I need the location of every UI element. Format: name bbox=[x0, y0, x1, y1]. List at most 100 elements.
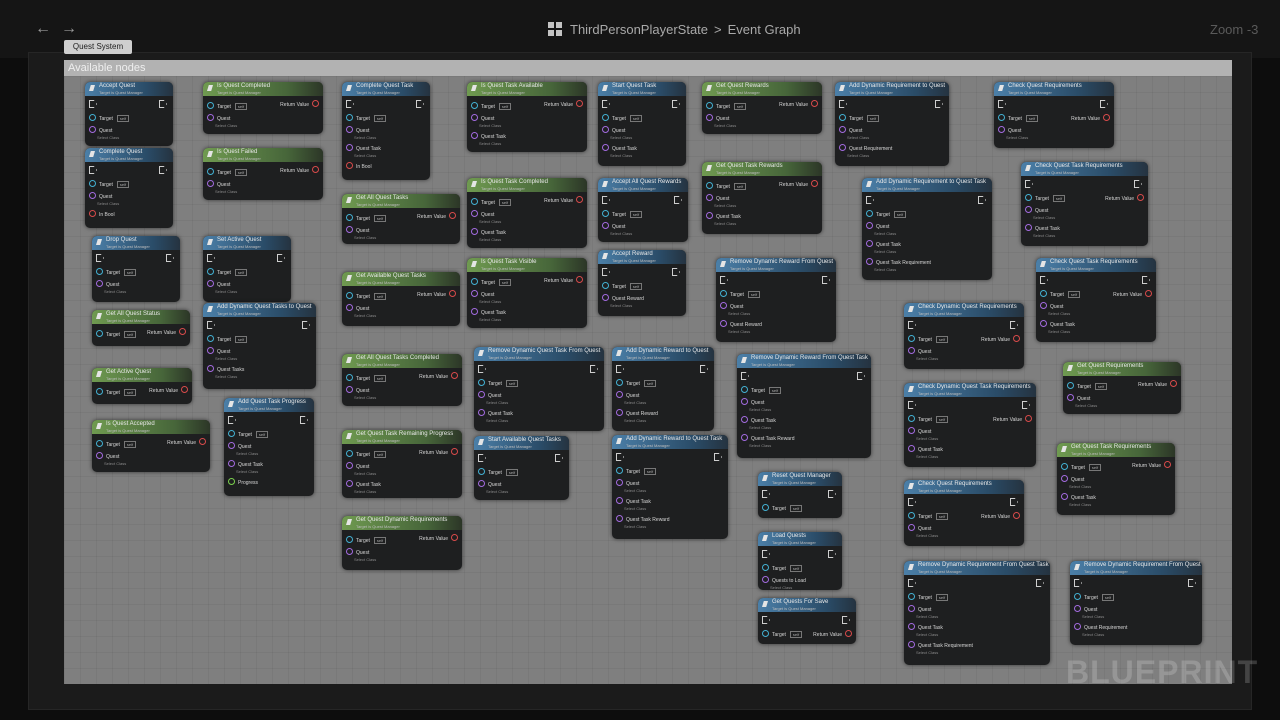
forward-arrow-icon[interactable]: → bbox=[60, 20, 78, 38]
input-pin[interactable]: Target self bbox=[89, 180, 130, 188]
input-pin[interactable]: Target self bbox=[96, 440, 137, 448]
input-pin[interactable]: Target self bbox=[866, 210, 907, 218]
input-pin[interactable]: Quest Task Select Class bbox=[602, 144, 637, 158]
select-class-dropdown[interactable]: Select Class bbox=[215, 189, 237, 194]
pin-connector-icon[interactable] bbox=[866, 240, 873, 247]
blueprint-node[interactable]: Remove Dynamic Requirement From Quest Tar… bbox=[1070, 561, 1202, 645]
input-pin[interactable]: Target self bbox=[602, 282, 643, 290]
return-value-pin[interactable]: Return Value bbox=[419, 372, 458, 380]
node-header[interactable]: Drop Quest Target is Quest Manager bbox=[92, 236, 180, 250]
exec-input-pin[interactable] bbox=[228, 416, 236, 424]
exec-input-pin[interactable] bbox=[207, 321, 215, 329]
pin-connector-icon[interactable] bbox=[908, 641, 915, 648]
select-class-dropdown[interactable]: Select Class bbox=[479, 317, 506, 322]
input-pin[interactable]: Target self bbox=[89, 114, 130, 122]
node-header[interactable]: Reset Quest Manager Target is Quest Manag… bbox=[758, 472, 842, 486]
input-pin[interactable]: Quest Select Class bbox=[1025, 206, 1055, 220]
return-value-pin[interactable]: Return Value bbox=[544, 100, 583, 108]
pin-connector-icon[interactable] bbox=[998, 114, 1005, 121]
pin-connector-icon[interactable] bbox=[346, 114, 353, 121]
select-class-dropdown[interactable]: Select Class bbox=[236, 469, 263, 474]
input-pin[interactable]: Target self bbox=[1074, 593, 1115, 601]
pin-connector-icon[interactable] bbox=[346, 144, 353, 151]
blueprint-node[interactable]: Check Quest Task Requirements Target is Q… bbox=[1021, 162, 1148, 246]
node-header[interactable]: Add Quest Task Progress Target is Quest M… bbox=[224, 398, 314, 412]
input-pin[interactable]: Target self bbox=[998, 114, 1039, 122]
input-pin[interactable]: Quest Select Class bbox=[346, 226, 376, 240]
select-class-dropdown[interactable]: Select Class bbox=[728, 311, 750, 316]
pin-connector-icon[interactable] bbox=[1025, 224, 1032, 231]
exec-input-pin[interactable] bbox=[602, 196, 610, 204]
input-pin[interactable]: Quest Select Class bbox=[908, 524, 938, 538]
input-pin[interactable]: Quest Task Select Class bbox=[908, 623, 943, 637]
pin-connector-icon[interactable] bbox=[1074, 593, 1081, 600]
input-pin[interactable]: Target self bbox=[96, 268, 137, 276]
pin-connector-icon[interactable] bbox=[1074, 623, 1081, 630]
pin-connector-icon[interactable] bbox=[616, 515, 623, 522]
exec-output-pin[interactable] bbox=[300, 416, 308, 424]
input-pin[interactable]: Quest Task Select Class bbox=[908, 445, 943, 459]
select-class-dropdown[interactable]: Select Class bbox=[874, 267, 931, 272]
input-pin[interactable]: Target self bbox=[207, 168, 248, 176]
node-header[interactable]: Add Dynamic Requirement to Quest Target i… bbox=[835, 82, 949, 96]
exec-output-pin[interactable] bbox=[674, 196, 682, 204]
pin-connector-icon[interactable] bbox=[811, 180, 818, 187]
input-pin[interactable]: Quest Select Class bbox=[706, 114, 736, 128]
select-class-dropdown[interactable]: Select Class bbox=[916, 614, 938, 619]
input-pin[interactable]: Target self bbox=[478, 468, 519, 476]
return-value-pin[interactable]: Return Value bbox=[417, 212, 456, 220]
pin-connector-icon[interactable] bbox=[908, 512, 915, 519]
blueprint-node[interactable]: Remove Dynamic Requirement From Quest Ta… bbox=[904, 561, 1050, 665]
select-class-dropdown[interactable]: Select Class bbox=[236, 451, 258, 456]
pin-connector-icon[interactable] bbox=[908, 427, 915, 434]
pin-connector-icon[interactable] bbox=[228, 430, 235, 437]
node-header[interactable]: Add Dynamic Quest Tasks to Quest Target i… bbox=[203, 303, 316, 317]
input-pin[interactable]: Quest Task Select Class bbox=[1040, 320, 1075, 334]
pin-connector-icon[interactable] bbox=[908, 335, 915, 342]
select-class-dropdown[interactable]: Select Class bbox=[1048, 311, 1070, 316]
exec-input-pin[interactable] bbox=[908, 321, 916, 329]
pin-connector-icon[interactable] bbox=[1025, 194, 1032, 201]
input-pin[interactable]: Quest Reward Select Class bbox=[720, 320, 762, 334]
pin-connector-icon[interactable] bbox=[346, 462, 353, 469]
input-pin[interactable]: Target self bbox=[207, 268, 248, 276]
pin-connector-icon[interactable] bbox=[471, 102, 478, 109]
input-pin[interactable]: Quest Select Class bbox=[96, 280, 126, 294]
node-header[interactable]: Is Quest Task Available Target is Quest M… bbox=[467, 82, 587, 96]
input-pin[interactable]: Quest Select Class bbox=[866, 222, 896, 236]
input-pin[interactable]: Target self bbox=[96, 330, 137, 338]
blueprint-node[interactable]: Set Active Quest Target is Quest Manager T… bbox=[203, 236, 291, 302]
node-header[interactable]: Is Quest Completed Target is Quest Manage… bbox=[203, 82, 323, 96]
node-header[interactable]: Remove Dynamic Requirement From Quest Tar… bbox=[1070, 561, 1202, 575]
blueprint-node[interactable]: Get Quest Task Rewards Target is Quest Ma… bbox=[702, 162, 822, 234]
input-pin[interactable]: Target self bbox=[207, 102, 248, 110]
input-pin[interactable]: Quest Task Select Class bbox=[866, 240, 901, 254]
pin-connector-icon[interactable] bbox=[839, 114, 846, 121]
pin-connector-icon[interactable] bbox=[346, 548, 353, 555]
input-pin[interactable]: Quest Select Class bbox=[346, 462, 376, 476]
select-class-dropdown[interactable]: Select Class bbox=[1082, 614, 1104, 619]
exec-output-pin[interactable] bbox=[277, 254, 285, 262]
blueprint-node[interactable]: Check Quest Task Requirements Target is Q… bbox=[1036, 258, 1156, 342]
node-header[interactable]: Get Quest Dynamic Requirements Target is … bbox=[342, 516, 462, 530]
input-pin[interactable]: Quest Select Class bbox=[207, 114, 237, 128]
pin-connector-icon[interactable] bbox=[602, 222, 609, 229]
node-header[interactable]: Accept Quest Target is Quest Manager bbox=[85, 82, 173, 96]
exec-input-pin[interactable] bbox=[762, 550, 770, 558]
input-pin[interactable]: Quest Task Select Class bbox=[346, 144, 381, 158]
pin-connector-icon[interactable] bbox=[866, 210, 873, 217]
pin-connector-icon[interactable] bbox=[478, 409, 485, 416]
exec-input-pin[interactable] bbox=[908, 579, 916, 587]
exec-input-pin[interactable] bbox=[908, 498, 916, 506]
return-value-pin[interactable]: Return Value bbox=[1138, 380, 1177, 388]
pin-connector-icon[interactable] bbox=[602, 282, 609, 289]
exec-input-pin[interactable] bbox=[602, 268, 610, 276]
pin-connector-icon[interactable] bbox=[471, 290, 478, 297]
blueprint-node[interactable]: Get Quests For Save Target is Quest Manag… bbox=[758, 598, 856, 644]
pin-connector-icon[interactable] bbox=[96, 268, 103, 275]
exec-output-pin[interactable] bbox=[1036, 579, 1044, 587]
return-value-pin[interactable]: Return Value bbox=[1105, 194, 1144, 202]
input-pin[interactable]: Target self bbox=[602, 210, 643, 218]
exec-input-pin[interactable] bbox=[96, 254, 104, 262]
input-pin[interactable]: Target self bbox=[908, 415, 949, 423]
